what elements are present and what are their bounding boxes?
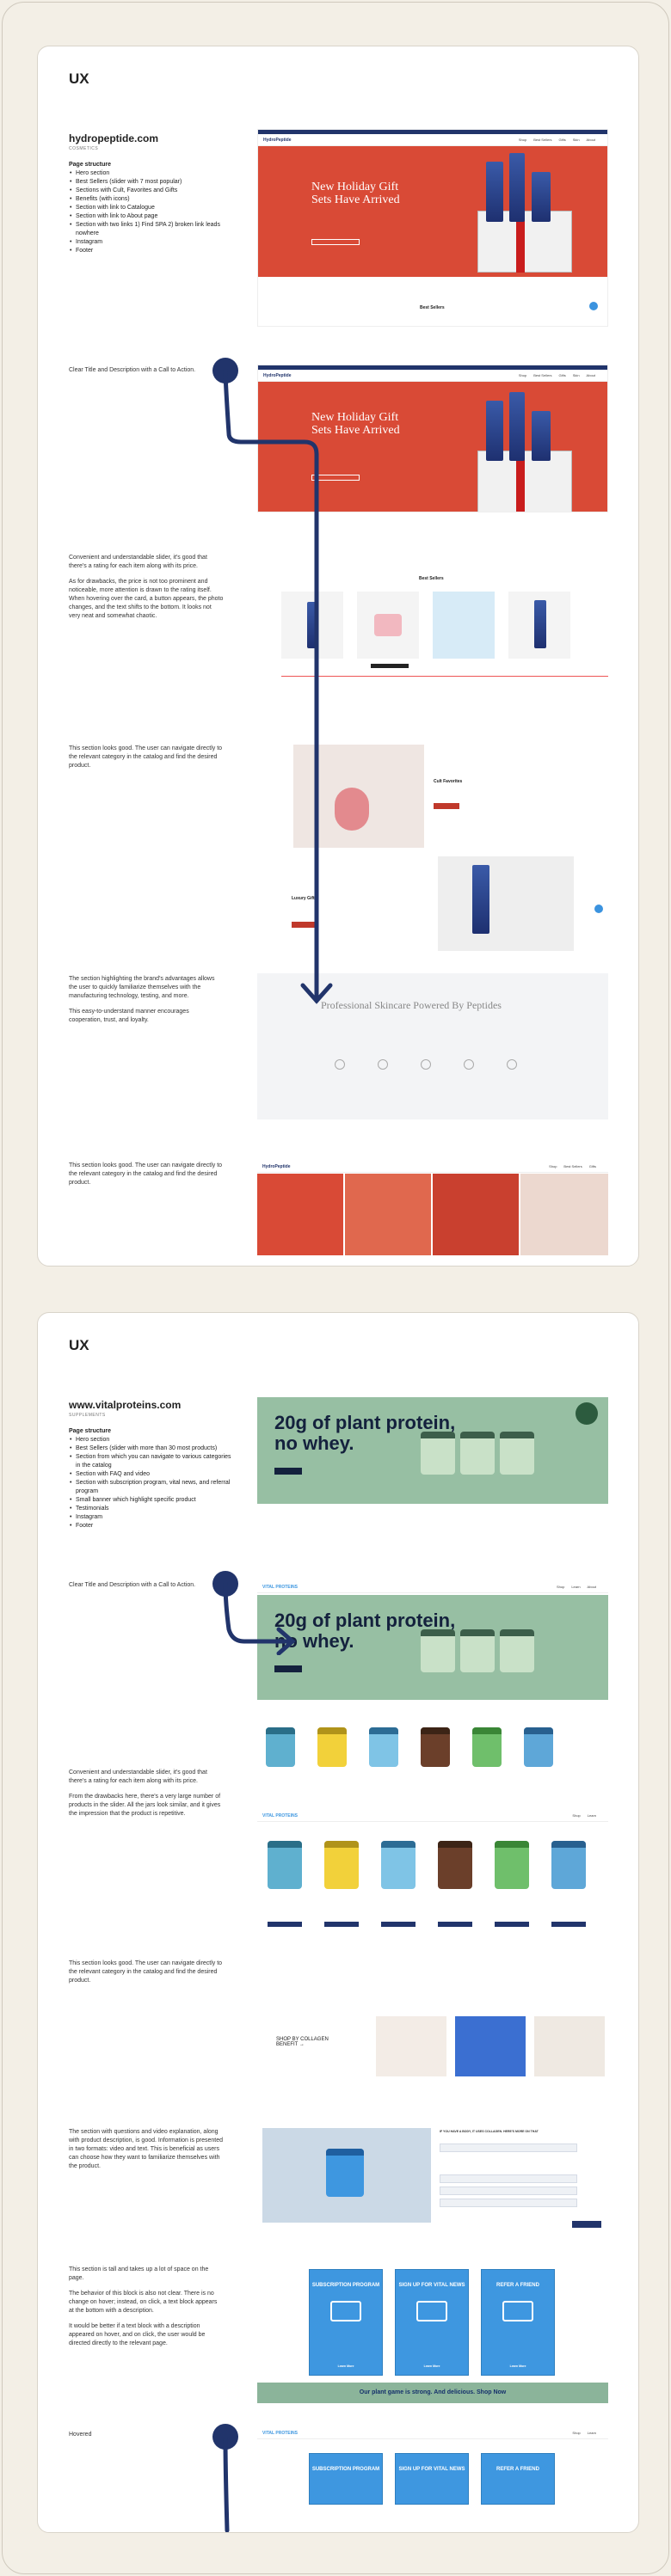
- note-hero: Clear Title and Description with a Call …: [69, 1582, 196, 1588]
- faq-heading: IF YOU HAVE A BODY, IT USES COLLAGEN. HE…: [440, 2130, 539, 2133]
- screenshot-faq: IF YOU HAVE A BODY, IT USES COLLAGEN. HE…: [257, 2125, 608, 2231]
- shop-by-benefit-label: SHOP BY COLLAGEN BENEFIT →: [276, 2037, 329, 2047]
- gift-icon: [502, 2301, 533, 2321]
- faq-item[interactable]: [440, 2174, 577, 2183]
- structure-heading: Page structure: [69, 162, 112, 168]
- page-structure: Page structure Hero section Best Sellers…: [69, 161, 232, 255]
- structure-item: Testimonials: [69, 1505, 232, 1513]
- hero-cta: [311, 239, 360, 245]
- megaphone-icon: [416, 2301, 447, 2321]
- structure-item: Best Sellers (slider with 7 most popular…: [69, 178, 232, 187]
- screenshot-catalog: HydroPeptide Shop Best Sellers Gifts: [257, 1161, 608, 1255]
- flow-arrow: [223, 367, 333, 1004]
- faq-item[interactable]: [440, 2144, 577, 2152]
- structure-item: Section with subscription program, vital…: [69, 1479, 232, 1496]
- vital-news-box[interactable]: SIGN UP FOR VITAL NEWS Learn More: [395, 2269, 469, 2376]
- chat-icon[interactable]: [589, 302, 598, 310]
- structure-item: Section with link to About page: [69, 212, 232, 221]
- hero-banner: New Holiday Gift Sets Have Arrived: [258, 146, 607, 277]
- shop-now-button[interactable]: [274, 1468, 302, 1475]
- note-hero: Clear Title and Description with a Call …: [69, 367, 196, 373]
- note-categories: This section looks good. The user can na…: [69, 1960, 223, 1984]
- site-type: COSMETICS: [69, 146, 99, 151]
- note-hovered: Hovered: [69, 2432, 92, 2438]
- structure-item: Sections with Cult, Favorites and Gifts: [69, 187, 232, 195]
- cult-favorites-label: Cult Favorites: [434, 779, 463, 784]
- product-card[interactable]: [268, 1841, 302, 1889]
- note-slider: Convenient and understandable slider, it…: [69, 1769, 221, 1817]
- structure-item: Benefits (with icons): [69, 195, 232, 204]
- site-type: SUPPLEMENTS: [69, 1413, 106, 1418]
- site-name: hydropeptide.com: [69, 132, 159, 144]
- product-card[interactable]: [508, 592, 570, 659]
- refer-friend-box[interactable]: REFER A FRIEND: [481, 2453, 555, 2505]
- subscription-icon: [330, 2301, 361, 2321]
- refer-friend-box[interactable]: REFER A FRIEND Learn More: [481, 2269, 555, 2376]
- product-card[interactable]: [381, 1841, 416, 1889]
- site-name: www.vitalproteins.com: [69, 1399, 182, 1411]
- structure-item: Section with two links 1) Find SPA 2) br…: [69, 221, 232, 238]
- structure-item: Small banner which highlight specific pr…: [69, 1496, 232, 1505]
- structure-item: Best Sellers (slider with more than 30 m…: [69, 1444, 232, 1453]
- structure-item: Instagram: [69, 238, 232, 247]
- flow-arrow: [223, 2435, 230, 2532]
- structure-item: Section with FAQ and video: [69, 1470, 232, 1479]
- screenshot-product-slider: VITAL PROTEINS Shop Learn: [257, 1810, 608, 1958]
- subscription-program-box[interactable]: SUBSCRIPTION PROGRAM: [309, 2453, 383, 2505]
- structure-item: Hero section: [69, 169, 232, 178]
- flow-arrow: [223, 1580, 296, 1655]
- page-frame: UX hydropeptide.com COSMETICS Page struc…: [2, 2, 669, 2574]
- vital-news-box[interactable]: SIGN UP FOR VITAL NEWS: [395, 2453, 469, 2505]
- best-sellers-label: Best Sellers: [420, 305, 445, 310]
- screenshot-hero: HydroPeptide Shop Best Sellers Gifts Skin Abo…: [257, 129, 608, 327]
- ux-card-vitalproteins: UX www.vitalproteins.com SUPPLEMENTS Pag…: [37, 1312, 639, 2533]
- subscription-program-box[interactable]: SUBSCRIPTION PROGRAM Learn More: [309, 2269, 383, 2376]
- hero-heading: New Holiday Gift Sets Have Arrived: [311, 181, 400, 206]
- screenshot-programs: SUBSCRIPTION PROGRAM Learn More SIGN UP F…: [257, 2262, 608, 2403]
- product-card[interactable]: [433, 592, 495, 659]
- product-card[interactable]: [438, 1841, 472, 1889]
- ux-card-hydropeptide: UX hydropeptide.com COSMETICS Page struc…: [37, 46, 639, 1267]
- product-card[interactable]: [324, 1841, 359, 1889]
- note-benefits: The section highlighting the brand's adv…: [69, 976, 215, 1023]
- note-categories: This section looks good. The user can na…: [69, 745, 223, 769]
- structure-item: Instagram: [69, 1513, 232, 1522]
- note-catalog-link: This section looks good. The user can na…: [69, 1162, 223, 1186]
- page-structure: Page structure Hero section Best Sellers…: [69, 1427, 232, 1530]
- ux-title: UX: [69, 1337, 89, 1353]
- screenshot-hero: 20g of plant protein, no whey.: [257, 1397, 608, 1504]
- faq-item[interactable]: [440, 2199, 577, 2207]
- plant-game-banner[interactable]: Our plant game is strong. And delicious.…: [257, 2383, 608, 2403]
- note-best-sellers: Convenient and understandable slider, it…: [69, 555, 224, 619]
- note-tall-section: This section is tall and takes up a lot …: [69, 2266, 218, 2346]
- shop-button[interactable]: [434, 803, 459, 809]
- note-faq: The section with questions and video exp…: [69, 2129, 223, 2169]
- site-logo: HydroPeptide: [263, 137, 292, 143]
- screenshot-shop-by-benefit: SHOP BY COLLAGEN BENEFIT →: [257, 1999, 608, 2087]
- product-card[interactable]: [495, 1841, 529, 1889]
- structure-item: Footer: [69, 1522, 232, 1530]
- structure-item: Footer: [69, 247, 232, 255]
- ux-title: UX: [69, 71, 89, 87]
- structure-item: Section with link to Catalogue: [69, 204, 232, 212]
- structure-heading: Page structure: [69, 1428, 112, 1434]
- structure-item: Section from which you can navigate to v…: [69, 1453, 232, 1470]
- product-card[interactable]: [551, 1841, 586, 1889]
- faq-item[interactable]: [440, 2187, 577, 2195]
- screenshot-hovered: VITAL PROTEINS Shop Learn SUBSCRIPTION PRO…: [257, 2427, 608, 2532]
- structure-item: Hero section: [69, 1436, 232, 1444]
